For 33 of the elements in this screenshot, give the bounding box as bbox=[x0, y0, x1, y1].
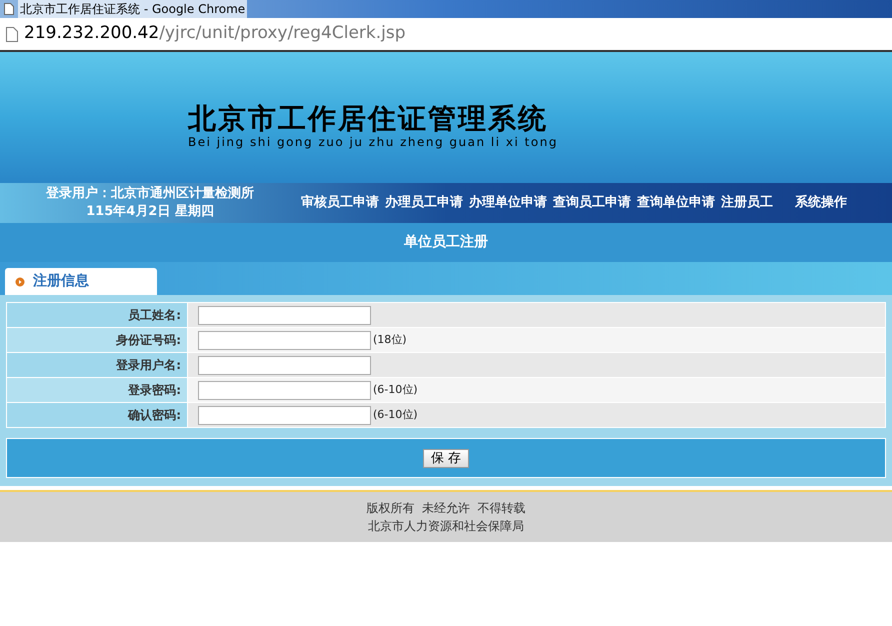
nav-link[interactable]: 办理单位申请 bbox=[469, 193, 547, 213]
footer-text: 版权所有 未经允许 不得转载 bbox=[366, 500, 526, 517]
page-title: 单位员工注册 bbox=[404, 232, 488, 252]
nav-link[interactable]: 查询员工申请 bbox=[553, 193, 631, 213]
banner-title: 北京市工作居住证管理系统 bbox=[188, 105, 549, 133]
window-title: 北京市工作居住证系统 - Google Chrome bbox=[18, 0, 248, 18]
url-text: 219.232.200.42/yjrc/unit/proxy/reg4Clerk.jsp bbox=[24, 22, 406, 46]
field-hint: (6-10位) bbox=[373, 382, 418, 398]
text-input[interactable] bbox=[198, 330, 371, 350]
page-icon bbox=[4, 3, 14, 15]
nav-link[interactable]: 查询单位申请 bbox=[637, 193, 715, 213]
page-icon bbox=[6, 26, 18, 42]
field-hint: (6-10位) bbox=[373, 406, 418, 423]
nav-link[interactable]: 系统操作 bbox=[795, 193, 847, 213]
field-label: 身份证号码: bbox=[7, 328, 187, 352]
save-button[interactable]: 保 存 bbox=[422, 448, 470, 468]
field-label: 员工姓名: bbox=[7, 303, 187, 327]
field-label: 确认密码: bbox=[7, 403, 187, 427]
login-user: 登录用户：北京市通州区计量检测所 bbox=[46, 185, 254, 203]
text-input[interactable] bbox=[198, 380, 371, 400]
text-input[interactable] bbox=[198, 406, 371, 424]
nav-link[interactable]: 审核员工申请 bbox=[301, 193, 379, 213]
footer-text: 北京市人力资源和社会保障局 bbox=[368, 518, 524, 535]
nav-link[interactable]: 办理员工申请 bbox=[385, 193, 463, 213]
field-label: 登录用户名: bbox=[7, 353, 187, 377]
section-tab[interactable]: 注册信息 bbox=[5, 268, 157, 295]
field-hint: (18位) bbox=[373, 332, 407, 348]
current-date: 115年4月2日 星期四 bbox=[86, 203, 214, 221]
text-input[interactable] bbox=[198, 356, 371, 374]
field-label: 登录密码: bbox=[7, 378, 187, 402]
nav-link[interactable]: 注册员工 bbox=[721, 193, 773, 213]
banner-subtitle: Bei jing shi gong zuo ju zhu zheng guan li xi tong bbox=[188, 134, 559, 151]
text-input[interactable] bbox=[198, 306, 371, 324]
